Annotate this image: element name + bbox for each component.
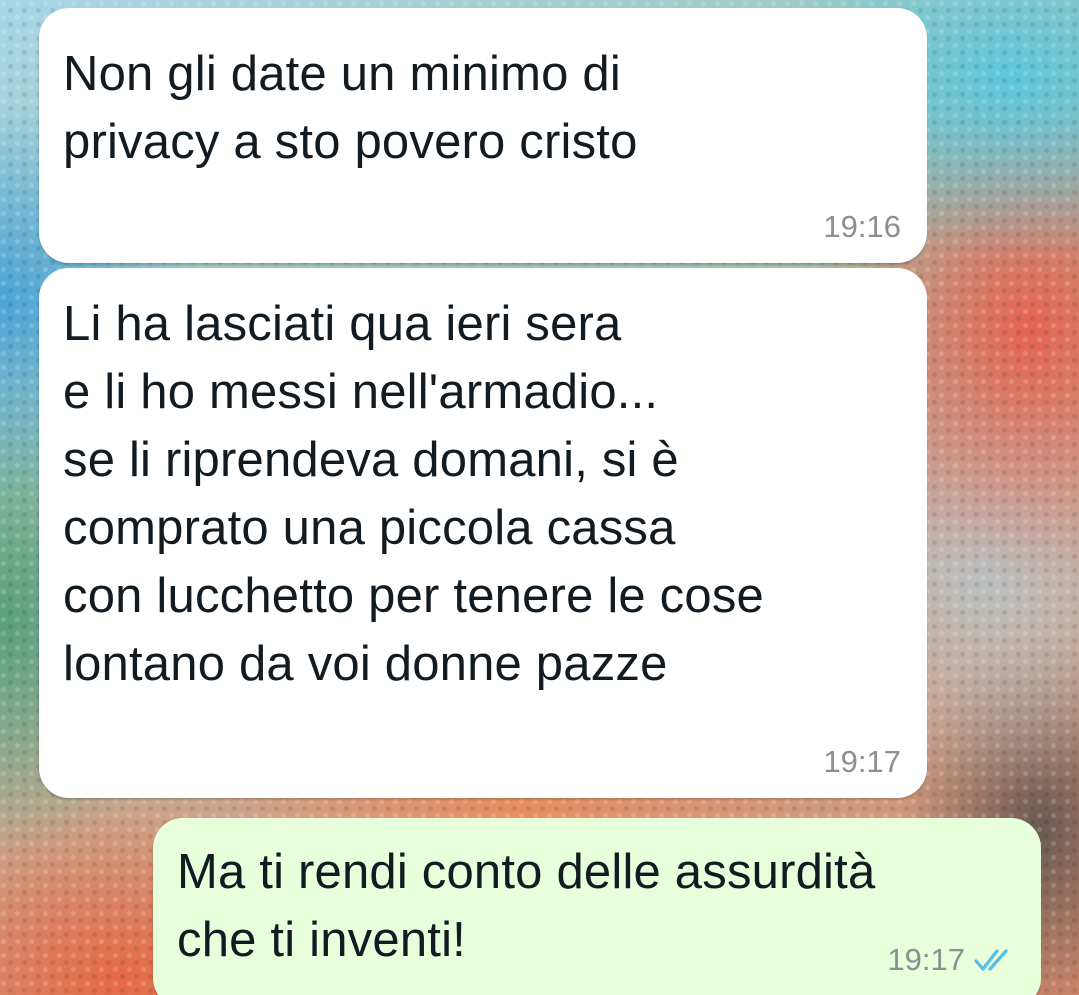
message-bubble-incoming[interactable]: Non gli date un minimo di privacy a sto …	[39, 8, 927, 263]
message-meta: 19:17	[887, 942, 1015, 978]
message-bubble-outgoing[interactable]: Ma ti rendi conto delle assurdità che ti…	[153, 818, 1041, 995]
message-meta: 19:16	[823, 209, 901, 245]
message-timestamp: 19:17	[823, 744, 901, 779]
message-text: Li ha lasciati qua ieri sera e li ho mes…	[63, 297, 764, 691]
double-check-icon	[973, 947, 1015, 973]
message-text: Non gli date un minimo di privacy a sto …	[63, 47, 638, 169]
message-meta: 19:17	[823, 744, 901, 780]
message-timestamp: 19:17	[887, 942, 965, 977]
message-bubble-incoming[interactable]: Li ha lasciati qua ieri sera e li ho mes…	[39, 268, 927, 798]
message-timestamp: 19:16	[823, 209, 901, 244]
message-text: Ma ti rendi conto delle assurdità che ti…	[177, 845, 876, 967]
